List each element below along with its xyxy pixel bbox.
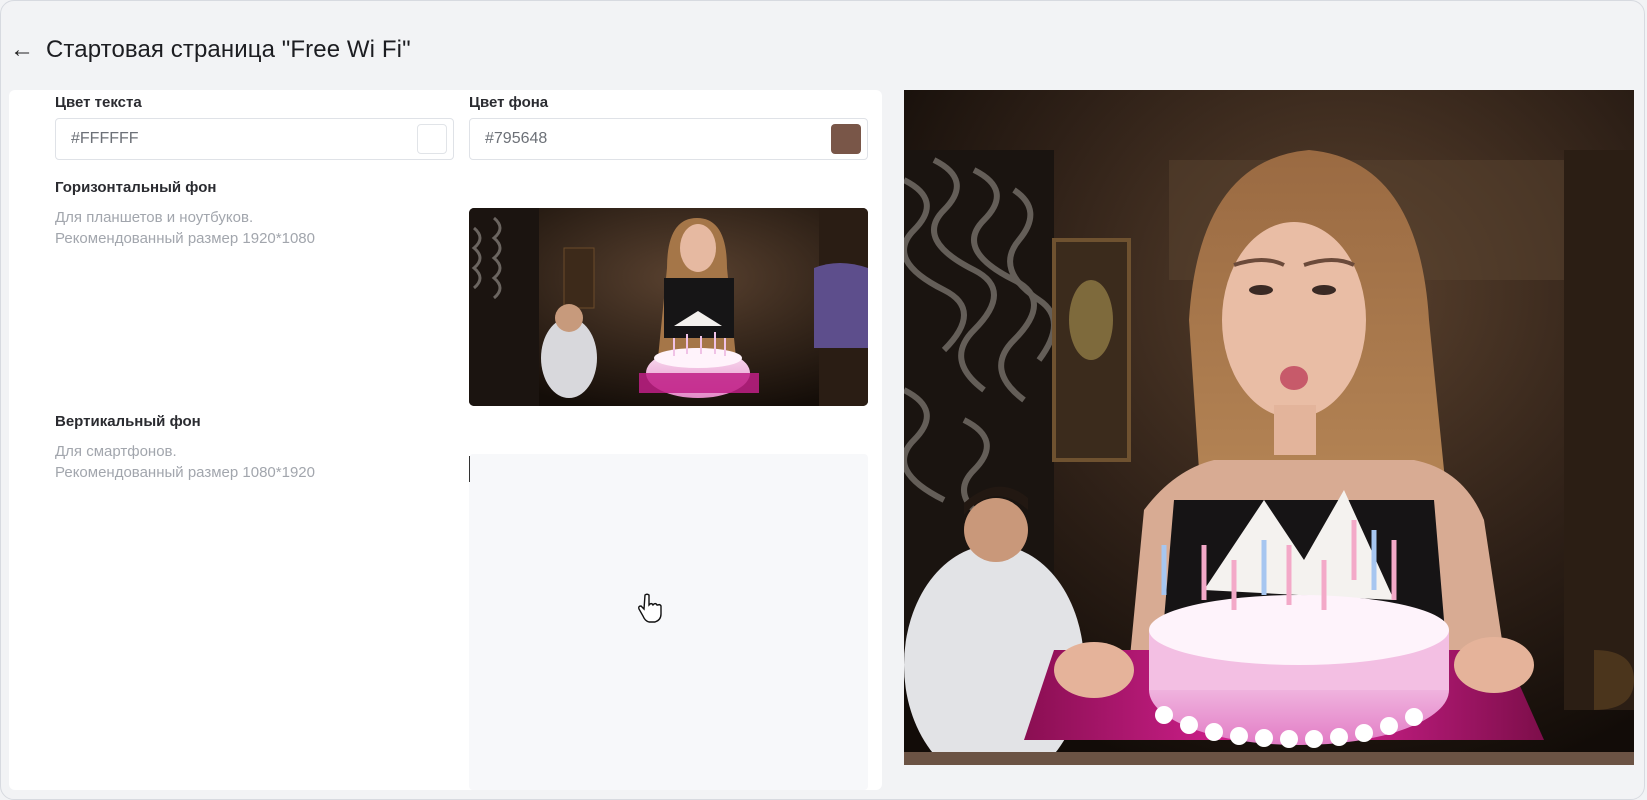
horizontal-bg-label: Горизонтальный фон [55, 179, 217, 196]
text-color-swatch[interactable] [417, 124, 447, 154]
horizontal-bg-hint-2: Рекомендованный размер 1920*1080 [55, 230, 315, 247]
text-color-label: Цвет текста [55, 94, 142, 111]
bg-color-label: Цвет фона [469, 94, 549, 111]
vertical-bg-hint-2: Рекомендованный размер 1080*1920 [55, 464, 315, 481]
text-color-field[interactable]: #FFFFFF [55, 118, 454, 160]
preview-bottom-strip [904, 752, 1634, 765]
text-color-value: #FFFFFF [71, 130, 139, 147]
vertical-bg-upload[interactable] [469, 454, 868, 790]
vertical-bg-hint-1: Для смартфонов. [55, 443, 177, 460]
bg-color-field[interactable]: #795648 [469, 118, 868, 160]
settings-card: Цвет текста #FFFFFF Цвет фона #795648 Го… [9, 90, 882, 790]
bg-color-swatch[interactable] [831, 124, 861, 154]
horizontal-bg-image[interactable] [469, 208, 868, 406]
page-header: ← Стартовая страница "Free Wi Fi" [10, 30, 411, 70]
vertical-bg-label: Вертикальный фон [55, 413, 201, 430]
page-title: Стартовая страница "Free Wi Fi" [46, 36, 411, 63]
text-caret [469, 456, 470, 482]
start-page-preview [904, 90, 1634, 765]
arrow-left-icon[interactable]: ← [10, 38, 34, 62]
bg-color-value: #795648 [485, 130, 548, 147]
pointer-hand-icon [638, 593, 662, 628]
horizontal-bg-hint-1: Для планшетов и ноутбуков. [55, 209, 254, 226]
